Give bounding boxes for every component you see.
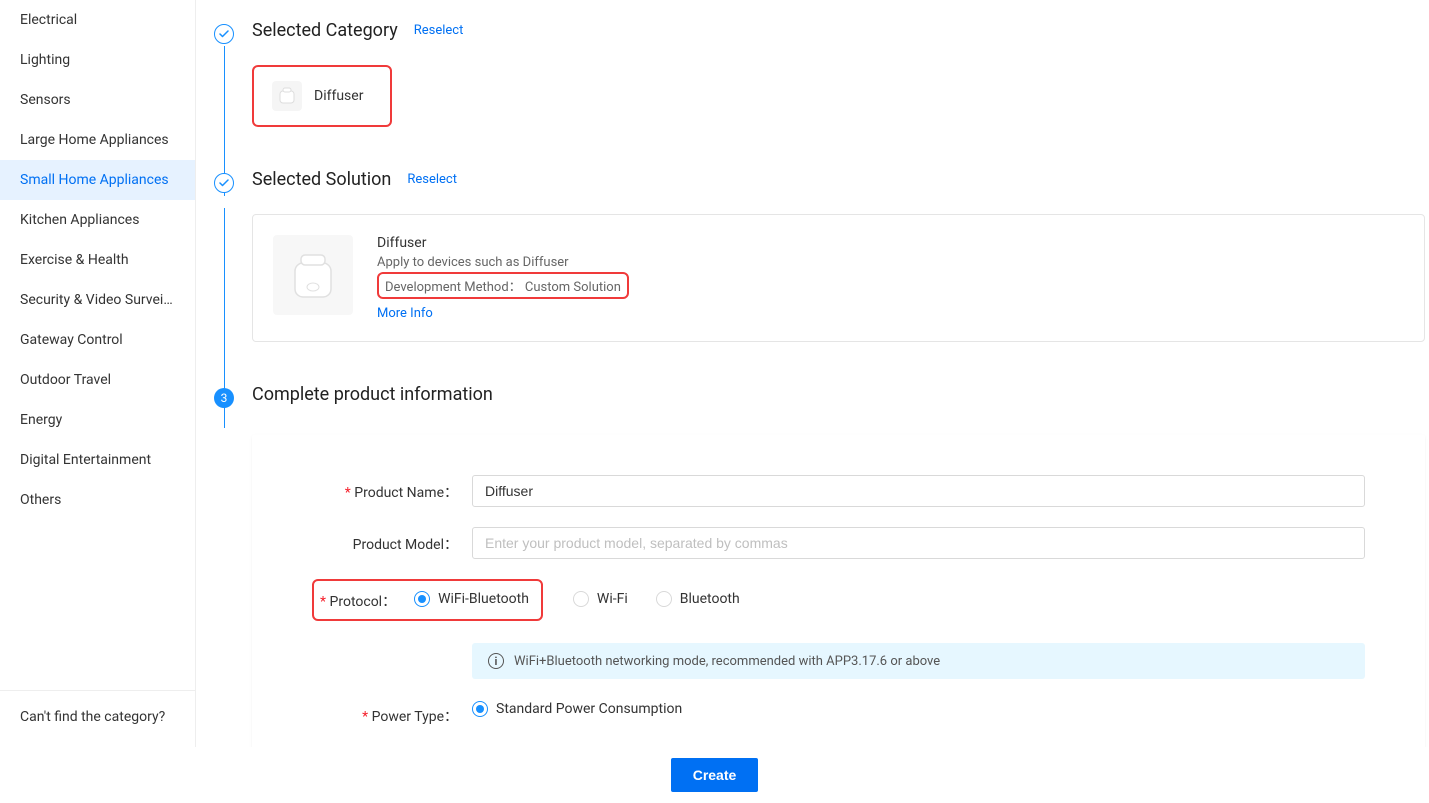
radio-label: Standard Power Consumption bbox=[496, 701, 682, 717]
reselect-solution-link[interactable]: Reselect bbox=[407, 172, 457, 187]
protocol-info-banner: i WiFi+Bluetooth networking mode, recomm… bbox=[472, 643, 1365, 679]
radio-icon bbox=[414, 591, 430, 607]
sidebar-item-small-home-appliances[interactable]: Small Home Appliances bbox=[0, 160, 195, 200]
product-info-form: Product Name： Product Model： Prot bbox=[252, 435, 1425, 766]
main-content: Selected Category Reselect Diffuser Sele… bbox=[196, 0, 1429, 803]
sidebar-item-security-video[interactable]: Security & Video Surveill… bbox=[0, 280, 195, 320]
radio-standard-power[interactable]: Standard Power Consumption bbox=[472, 701, 682, 717]
info-text: WiFi+Bluetooth networking mode, recommen… bbox=[514, 654, 940, 669]
solution-image bbox=[273, 235, 353, 315]
step-product-info: 3 Complete product information Product N… bbox=[214, 384, 1429, 766]
step-selected-category: Selected Category Reselect Diffuser bbox=[214, 20, 1429, 127]
step-title: Selected Category bbox=[252, 20, 398, 41]
sidebar-item-lighting[interactable]: Lighting bbox=[0, 40, 195, 80]
sidebar-item-exercise-health[interactable]: Exercise & Health bbox=[0, 240, 195, 280]
step-title: Selected Solution bbox=[252, 169, 391, 190]
step-marker-done-icon bbox=[214, 24, 234, 44]
radio-label: Bluetooth bbox=[680, 591, 740, 607]
sidebar-item-others[interactable]: Others bbox=[0, 480, 195, 520]
sidebar: Electrical Lighting Sensors Large Home A… bbox=[0, 0, 196, 803]
sidebar-item-sensors[interactable]: Sensors bbox=[0, 80, 195, 120]
sidebar-item-energy[interactable]: Energy bbox=[0, 400, 195, 440]
radio-label: WiFi-Bluetooth bbox=[438, 591, 529, 607]
radio-wifi-bluetooth[interactable]: WiFi-Bluetooth bbox=[414, 591, 529, 607]
protocol-highlight-box: Protocol： WiFi-Bluetooth bbox=[312, 579, 543, 621]
product-name-input[interactable] bbox=[472, 475, 1365, 507]
development-method: Development Method： Custom Solution bbox=[377, 272, 629, 299]
sidebar-item-kitchen-appliances[interactable]: Kitchen Appliances bbox=[0, 200, 195, 240]
info-icon: i bbox=[488, 653, 504, 669]
more-info-link[interactable]: More Info bbox=[377, 306, 433, 321]
radio-icon bbox=[656, 591, 672, 607]
product-model-label: Product Model： bbox=[312, 527, 472, 554]
radio-label: Wi-Fi bbox=[597, 591, 628, 607]
diffuser-icon bbox=[272, 81, 302, 111]
sidebar-item-gateway-control[interactable]: Gateway Control bbox=[0, 320, 195, 360]
solution-description: Apply to devices such as Diffuser bbox=[377, 255, 1404, 270]
radio-icon bbox=[472, 701, 488, 717]
category-card[interactable]: Diffuser bbox=[252, 65, 392, 127]
sidebar-footer-link[interactable]: Can't find the category? bbox=[0, 690, 195, 743]
product-model-input[interactable] bbox=[472, 527, 1365, 559]
step-marker-current: 3 bbox=[214, 388, 234, 408]
solution-card: Diffuser Apply to devices such as Diffus… bbox=[252, 214, 1425, 342]
reselect-category-link[interactable]: Reselect bbox=[414, 23, 464, 38]
product-name-label: Product Name： bbox=[312, 475, 472, 502]
step-marker-done-icon bbox=[214, 173, 234, 193]
solution-name: Diffuser bbox=[377, 235, 1404, 251]
step-selected-solution: Selected Solution Reselect Diffuser Appl… bbox=[214, 169, 1429, 342]
sidebar-item-digital-entertainment[interactable]: Digital Entertainment bbox=[0, 440, 195, 480]
sidebar-item-outdoor-travel[interactable]: Outdoor Travel bbox=[0, 360, 195, 400]
protocol-label: Protocol： bbox=[320, 591, 402, 611]
footer-bar: Create bbox=[0, 747, 1429, 803]
sidebar-item-electrical[interactable]: Electrical bbox=[0, 0, 195, 40]
sidebar-item-large-home-appliances[interactable]: Large Home Appliances bbox=[0, 120, 195, 160]
radio-icon bbox=[573, 591, 589, 607]
step-title: Complete product information bbox=[252, 384, 493, 405]
radio-bluetooth[interactable]: Bluetooth bbox=[656, 591, 740, 607]
category-name: Diffuser bbox=[314, 88, 363, 104]
radio-wifi[interactable]: Wi-Fi bbox=[573, 591, 628, 607]
power-type-label: Power Type： bbox=[312, 699, 472, 726]
create-button[interactable]: Create bbox=[671, 758, 759, 792]
